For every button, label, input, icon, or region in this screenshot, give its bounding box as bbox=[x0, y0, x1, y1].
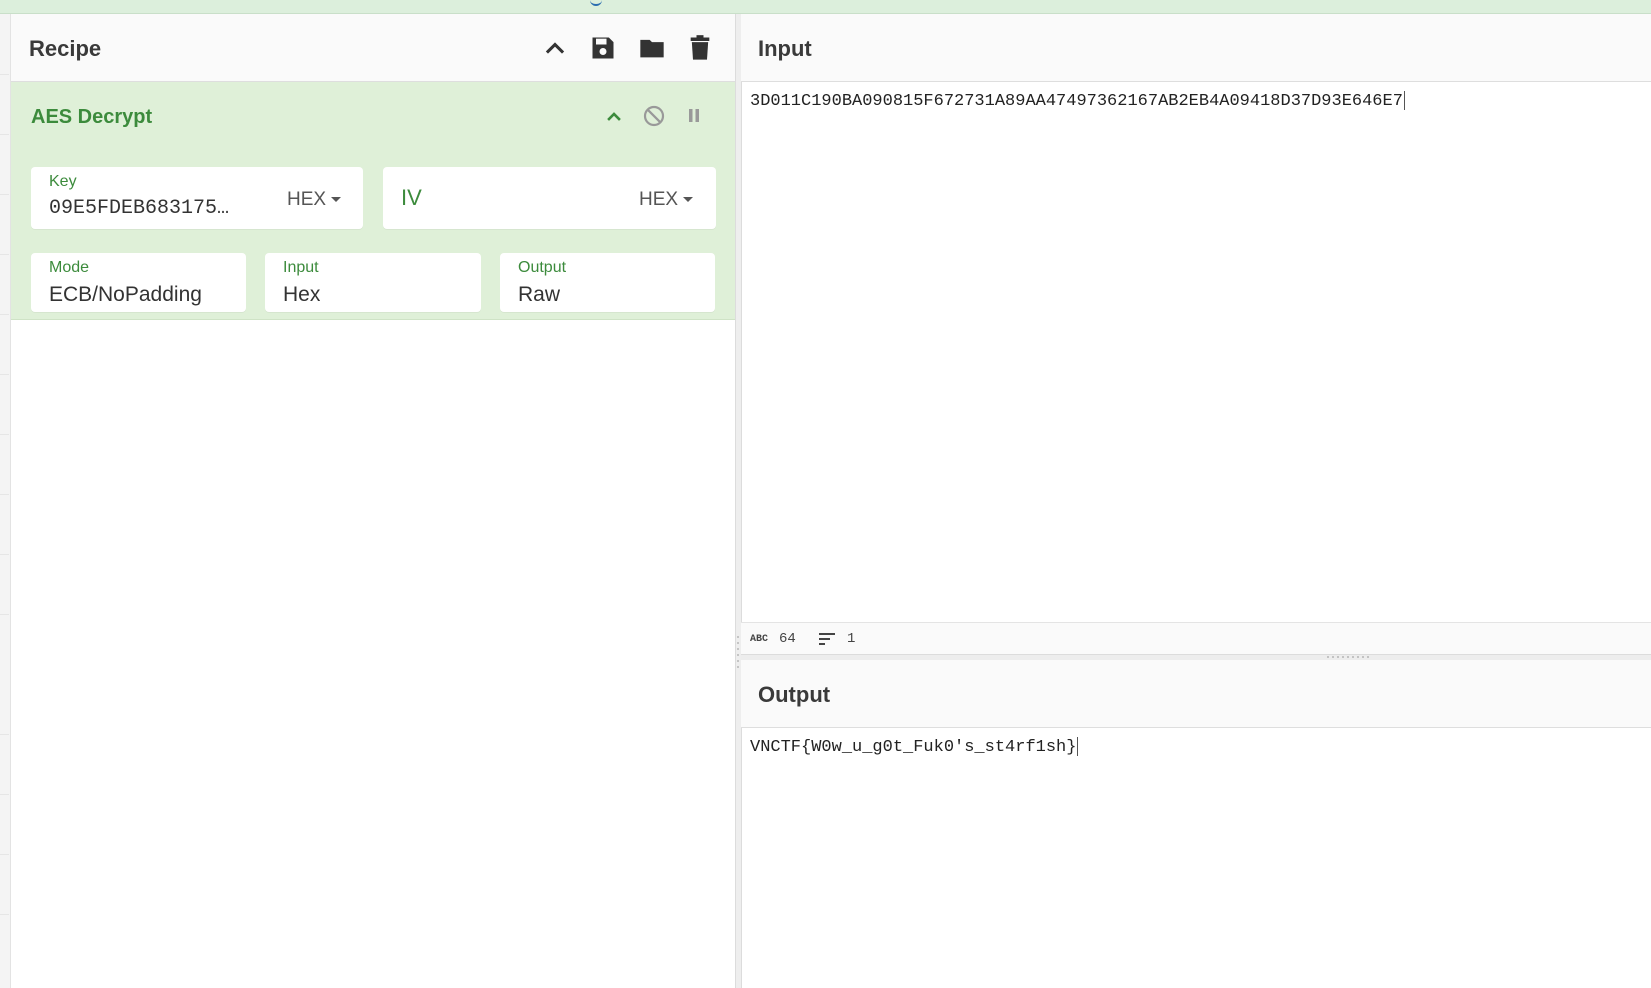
mode-label: Mode bbox=[49, 259, 90, 276]
iv-encoding-value: HEX bbox=[639, 189, 679, 210]
grip-dot bbox=[1347, 656, 1349, 658]
key-label: Key bbox=[49, 173, 77, 190]
load-recipe-button[interactable] bbox=[636, 32, 668, 64]
iv-encoding-dropdown[interactable]: HEX bbox=[639, 189, 694, 211]
clear-recipe-button[interactable] bbox=[684, 32, 716, 64]
top-bar-link-fragment bbox=[590, 0, 602, 6]
mode-select[interactable]: Mode ECB/NoPadding bbox=[31, 253, 246, 312]
text-cursor bbox=[1403, 91, 1405, 110]
input-length: 64 bbox=[779, 631, 796, 647]
text-length-icon: ABC bbox=[750, 634, 769, 645]
input-format-select[interactable]: Input Hex bbox=[265, 253, 481, 312]
gutter-line bbox=[0, 134, 9, 135]
text-cursor bbox=[1077, 737, 1079, 756]
collapse-operation-button[interactable] bbox=[600, 102, 628, 130]
left-panel-edge bbox=[0, 14, 11, 988]
collapse-all-button[interactable] bbox=[539, 32, 571, 64]
grip-dot bbox=[1337, 656, 1339, 658]
grip-dot bbox=[1357, 656, 1359, 658]
grip-dot bbox=[1327, 656, 1329, 658]
output-format-select[interactable]: Output Raw bbox=[500, 253, 715, 312]
input-format-label: Input bbox=[283, 259, 319, 276]
grip-dot bbox=[1342, 656, 1344, 658]
grip-dot bbox=[1367, 656, 1369, 658]
input-format-value: Hex bbox=[283, 283, 321, 306]
output-text: VNCTF{W0w_u_g0t_Fuk0's_st4rf1sh} bbox=[750, 737, 1077, 757]
line-count-icon bbox=[819, 633, 835, 645]
caret-down-icon bbox=[331, 197, 342, 203]
gutter-line bbox=[0, 74, 9, 75]
gutter-line bbox=[0, 314, 9, 315]
gutter-line bbox=[0, 914, 9, 915]
grip-dot bbox=[1352, 656, 1354, 658]
operation-aes-decrypt[interactable]: AES Decrypt Key 09E5FDEB683175… HEX IV H… bbox=[11, 82, 735, 320]
caret-down-icon bbox=[683, 197, 694, 203]
disable-icon bbox=[643, 105, 665, 127]
output-title: Output bbox=[758, 682, 831, 707]
grip-dot bbox=[737, 654, 739, 656]
output-textarea[interactable]: VNCTF{W0w_u_g0t_Fuk0's_st4rf1sh} bbox=[750, 737, 1079, 757]
grip-dot bbox=[737, 666, 739, 668]
input-header: Input bbox=[741, 14, 1651, 82]
key-field[interactable]: Key 09E5FDEB683175… HEX bbox=[31, 167, 363, 229]
gutter-line bbox=[0, 434, 9, 435]
recipe-header: Recipe bbox=[11, 14, 735, 82]
gutter-line bbox=[0, 194, 9, 195]
folder-icon bbox=[640, 39, 664, 58]
chevron-up-icon bbox=[545, 42, 565, 54]
pause-icon bbox=[689, 109, 699, 122]
key-encoding-value: HEX bbox=[287, 189, 327, 210]
panel-resize-handle[interactable] bbox=[735, 14, 742, 988]
grip-dot bbox=[737, 660, 739, 662]
recipe-panel: Recipe AES Decrypt Key 09E5FDEB683175… H… bbox=[11, 14, 735, 988]
grip-dot bbox=[737, 642, 739, 644]
operation-title: AES Decrypt bbox=[31, 106, 153, 128]
save-icon bbox=[592, 37, 614, 59]
trash-icon bbox=[690, 35, 710, 60]
input-text: 3D011C190BA090815F672731A89AA47497362167… bbox=[750, 91, 1403, 111]
mode-value: ECB/NoPadding bbox=[49, 283, 202, 306]
key-encoding-dropdown[interactable]: HEX bbox=[287, 189, 342, 211]
disable-operation-button[interactable] bbox=[640, 102, 668, 130]
input-title: Input bbox=[758, 36, 812, 61]
iv-input[interactable]: IV bbox=[401, 185, 422, 211]
gutter-line bbox=[0, 734, 9, 735]
recipe-title: Recipe bbox=[29, 36, 102, 61]
breakpoint-button[interactable] bbox=[680, 102, 708, 130]
gutter-line bbox=[0, 794, 9, 795]
output-format-label: Output bbox=[518, 259, 567, 276]
grip-dot bbox=[737, 648, 739, 650]
iv-field[interactable]: IV HEX bbox=[383, 167, 716, 229]
grip-dot bbox=[1332, 656, 1334, 658]
grip-dot bbox=[737, 636, 739, 638]
gutter-line bbox=[0, 494, 9, 495]
gutter-line bbox=[0, 854, 9, 855]
save-recipe-button[interactable] bbox=[587, 32, 619, 64]
chevron-up-icon bbox=[607, 112, 621, 121]
key-input[interactable]: 09E5FDEB683175… bbox=[49, 197, 244, 220]
grip-dot bbox=[1362, 656, 1364, 658]
gutter-line bbox=[0, 374, 9, 375]
input-line-count: 1 bbox=[847, 631, 856, 647]
gutter-line bbox=[0, 554, 9, 555]
gutter-line bbox=[0, 254, 9, 255]
input-status-bar: ABC 64 1 bbox=[741, 622, 1651, 655]
input-textarea[interactable]: 3D011C190BA090815F672731A89AA47497362167… bbox=[750, 91, 1405, 111]
gutter-line bbox=[0, 614, 9, 615]
top-bar bbox=[0, 0, 1651, 14]
output-format-value: Raw bbox=[518, 283, 561, 306]
output-header: Output bbox=[741, 660, 1651, 728]
